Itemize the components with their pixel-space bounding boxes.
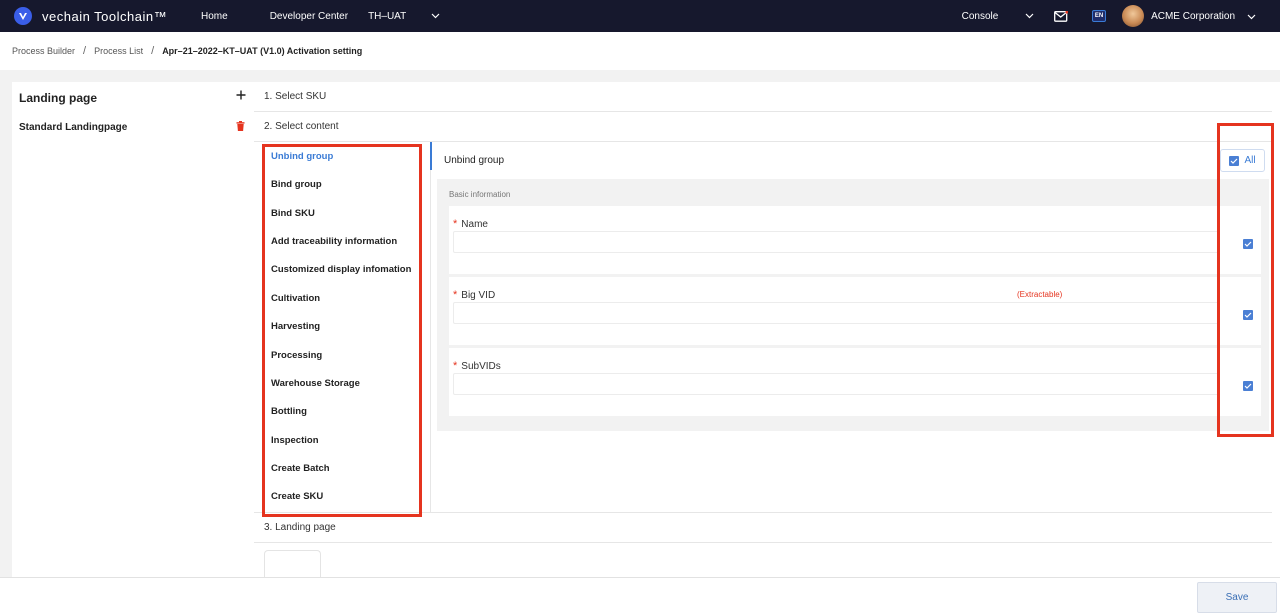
required-marker: * [453, 289, 458, 301]
sidebar-item-standard-landingpage[interactable]: Standard Landingpage [12, 115, 254, 139]
content-item-warehouse-storage[interactable]: Warehouse Storage [271, 378, 360, 389]
step-select-content[interactable]: 2. Select content [264, 121, 339, 132]
breadcrumb-separator: / [83, 45, 87, 57]
divider [254, 542, 1272, 543]
breadcrumb-current: Apr–21–2022–KT–UAT (V1.0) Activation set… [162, 46, 363, 56]
brand-name: vechain Toolchain™ [42, 8, 168, 24]
mail-icon[interactable] [1054, 10, 1069, 22]
step-select-sku[interactable]: 1. Select SKU [264, 91, 326, 102]
content-item-create-batch[interactable]: Create Batch [271, 463, 330, 474]
brand-logo[interactable]: vechain Toolchain™ [14, 7, 194, 25]
console-menu[interactable]: Console [962, 11, 1034, 22]
footer-bar: Save [0, 577, 1280, 613]
content-item-customized-display-infomation[interactable]: Customized display infomation [271, 264, 411, 275]
required-marker: * [453, 218, 458, 230]
list-divider [430, 142, 431, 512]
checkbox-checked-icon [1229, 155, 1240, 166]
sidebar-item-label: Standard Landingpage [19, 121, 128, 133]
content-item-bind-sku[interactable]: Bind SKU [271, 208, 315, 219]
plus-icon[interactable] [236, 87, 246, 105]
name-input[interactable] [453, 231, 1219, 253]
select-all-checkbox[interactable]: All [1220, 149, 1265, 172]
main-panel: 1. Select SKU 2. Select content Unbind g… [254, 82, 1280, 580]
content-item-add-traceability-information[interactable]: Add traceability information [271, 236, 397, 247]
field-label: * Name [453, 218, 488, 230]
divider [254, 111, 1272, 112]
detail-title: Unbind group [444, 155, 505, 166]
content-item-unbind-group[interactable]: Unbind group [271, 151, 333, 162]
field-label: * SubVIDs [453, 360, 501, 372]
nav-home[interactable]: Home [201, 11, 228, 22]
sidebar-title: Landing page [19, 91, 97, 105]
step-landing-page[interactable]: 3. Landing page [264, 522, 336, 533]
active-item-indicator [430, 142, 432, 170]
breadcrumb-process-builder[interactable]: Process Builder [12, 46, 75, 56]
language-badge[interactable]: EN [1092, 10, 1107, 22]
content-item-create-sku[interactable]: Create SKU [271, 491, 323, 502]
save-button[interactable]: Save [1197, 582, 1277, 613]
content-item-processing[interactable]: Processing [271, 350, 322, 361]
field-name: * Name [449, 206, 1261, 274]
landing-page-sidebar: Landing page Standard Landingpage [12, 82, 254, 577]
breadcrumb-process-list[interactable]: Process List [94, 46, 143, 56]
content-item-bind-group[interactable]: Bind group [271, 179, 322, 190]
select-all-label: All [1244, 155, 1256, 166]
field-big-vid: * Big VID (Extractable) [449, 277, 1261, 345]
content-item-cultivation[interactable]: Cultivation [271, 293, 320, 304]
field-subvids: * SubVIDs [449, 348, 1261, 416]
chevron-down-icon[interactable] [1247, 9, 1256, 23]
breadcrumb-separator: / [151, 45, 155, 57]
nav-developer-center[interactable]: Developer Center [270, 11, 348, 22]
environment-label: TH–UAT [368, 10, 407, 22]
chevron-down-icon [1025, 11, 1034, 22]
basic-information-section: Basic information * Name * Big VID (Extrac… [437, 179, 1269, 431]
big-vid-checkbox[interactable] [1243, 310, 1253, 320]
organization-name[interactable]: ACME Corporation [1151, 11, 1235, 22]
divider [254, 512, 1272, 513]
breadcrumb: Process Builder / Process List / Apr–21–… [0, 32, 1280, 70]
chevron-down-icon [431, 11, 440, 22]
content-item-harvesting[interactable]: Harvesting [271, 321, 320, 332]
content-list: Unbind group Bind group Bind SKU Add tra… [264, 142, 430, 516]
subvids-input[interactable] [453, 373, 1219, 395]
content-item-inspection[interactable]: Inspection [271, 435, 319, 446]
vechain-logo-icon [14, 7, 32, 25]
trash-icon[interactable] [236, 121, 245, 134]
content-item-bottling[interactable]: Bottling [271, 406, 307, 417]
section-label: Basic information [449, 190, 511, 199]
required-marker: * [453, 360, 458, 372]
environment-selector[interactable]: TH–UAT [368, 11, 440, 22]
extractable-note: (Extractable) [1017, 290, 1063, 299]
top-navigation-bar: vechain Toolchain™ Home Developer Center… [0, 0, 1280, 32]
console-label: Console [961, 10, 999, 22]
big-vid-input[interactable] [453, 302, 1219, 324]
name-checkbox[interactable] [1243, 239, 1253, 249]
subvids-checkbox[interactable] [1243, 381, 1253, 391]
avatar[interactable] [1122, 5, 1145, 27]
field-label: * Big VID [453, 289, 496, 301]
header-actions: Console EN ACME Corporation [962, 0, 1256, 32]
landing-page-thumbnail[interactable] [264, 550, 321, 580]
